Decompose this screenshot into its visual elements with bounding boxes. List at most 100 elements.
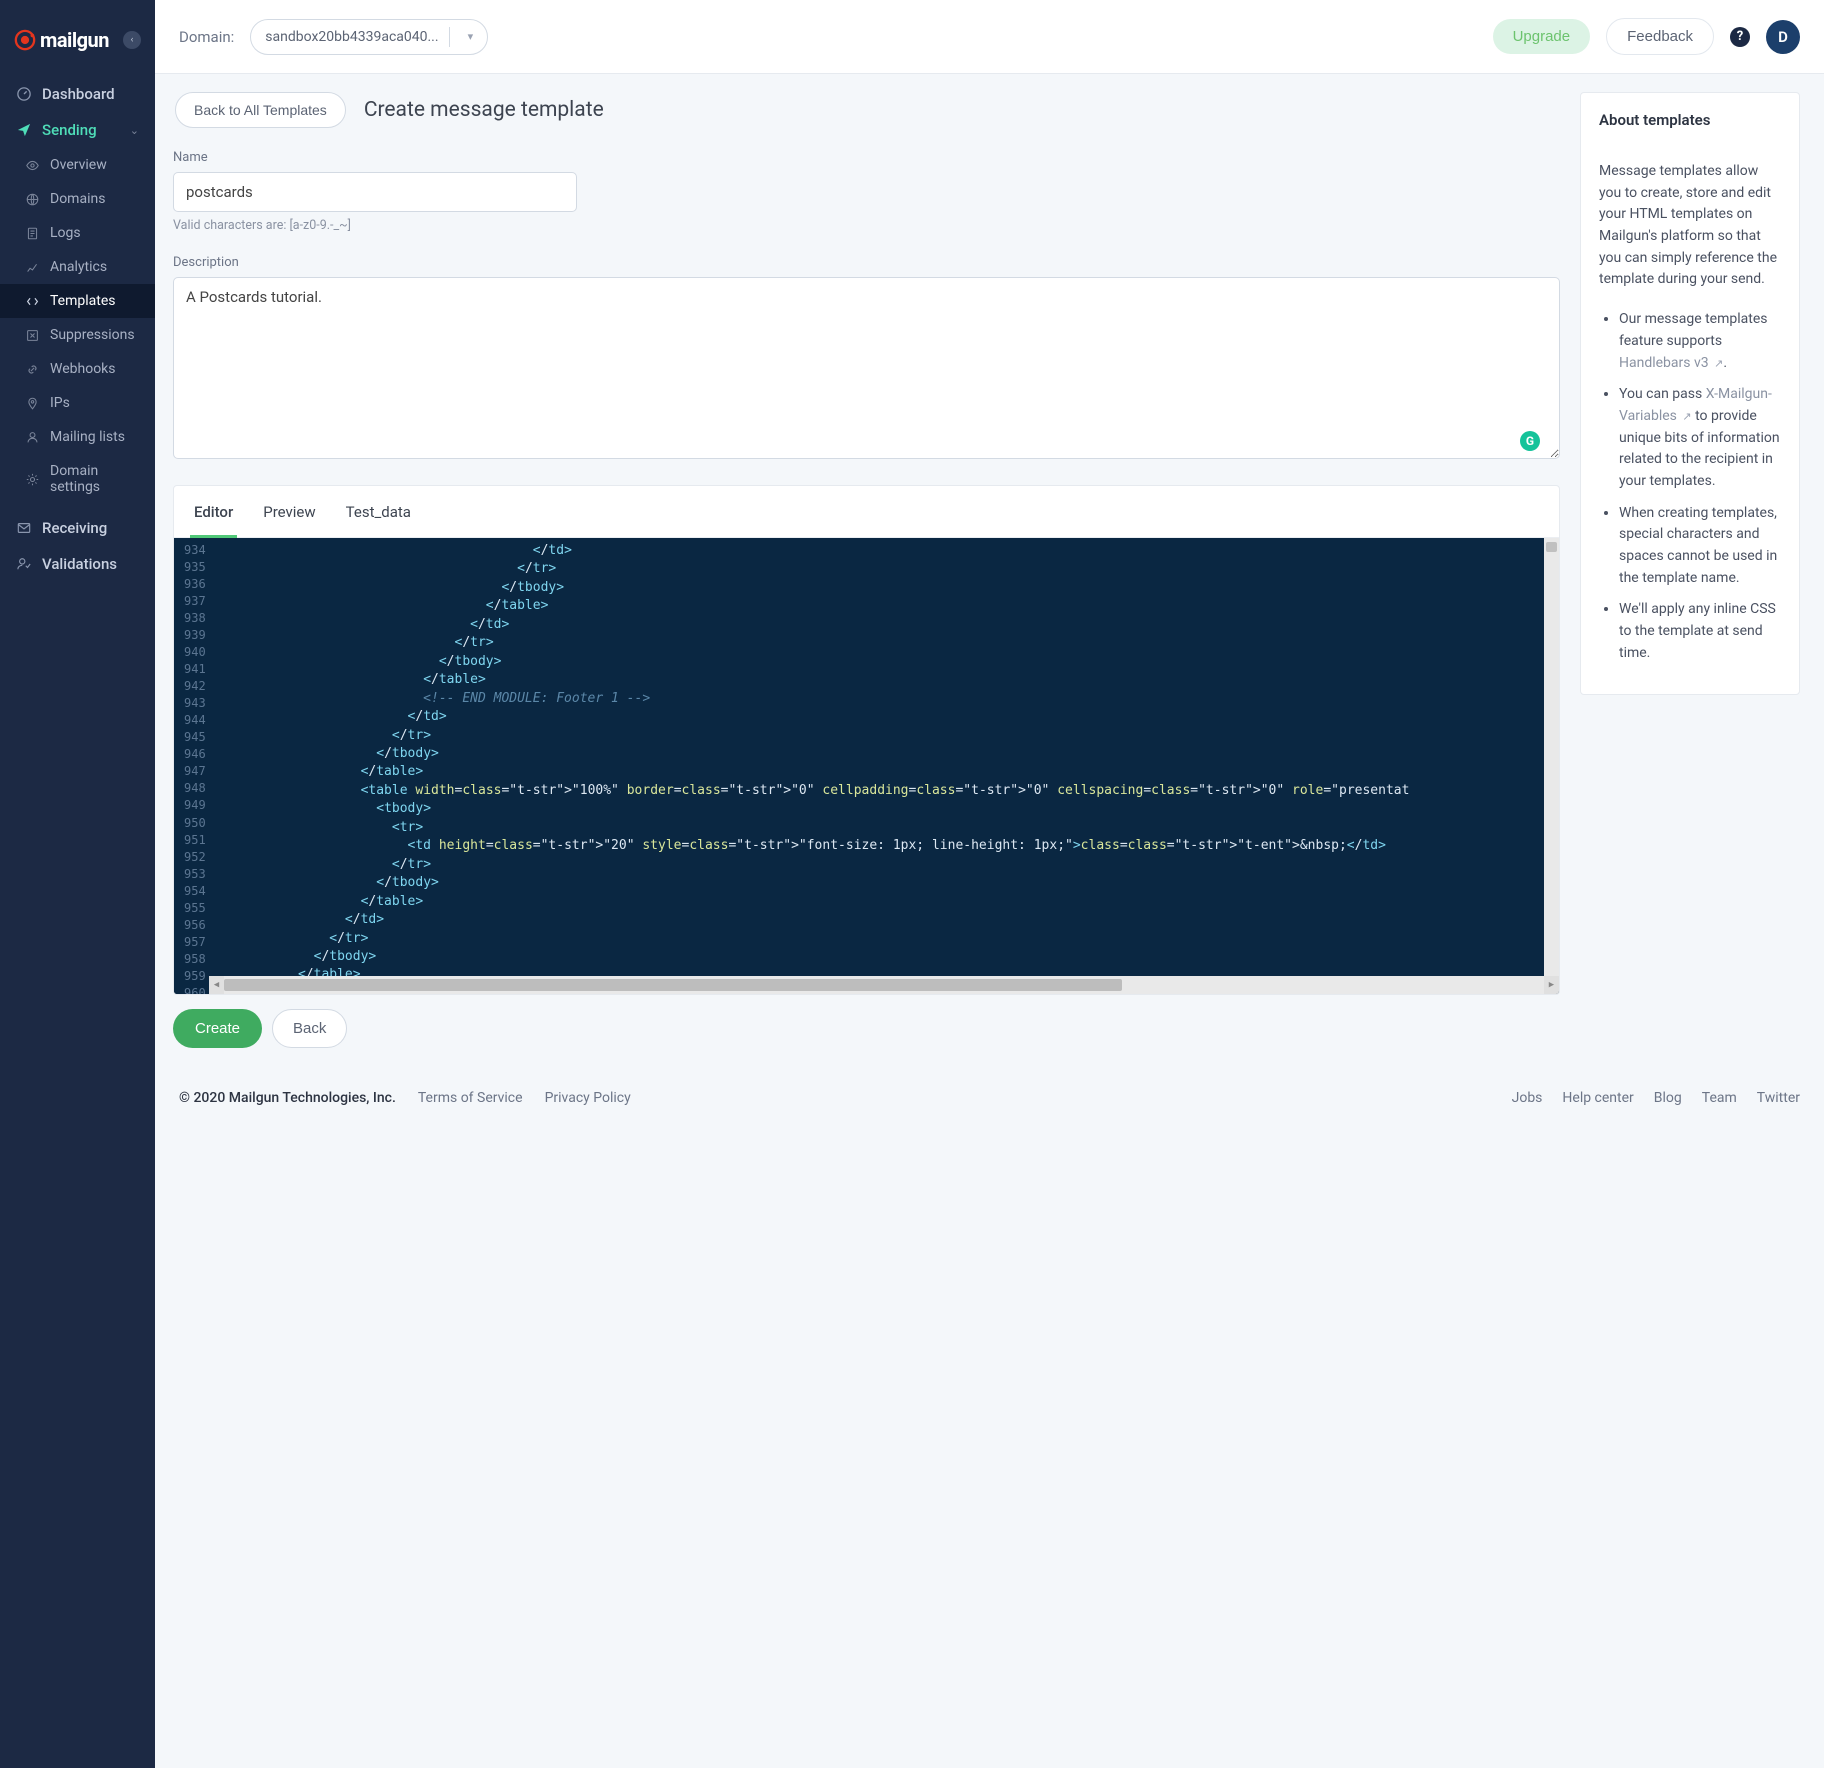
sidebar-item-validations[interactable]: Validations [0,546,155,582]
logo[interactable]: mailgun [14,28,109,52]
info-bullet: We'll apply any inline CSS to the templa… [1619,599,1781,664]
sidebar-label: Suppressions [50,327,135,343]
sidebar-label: Domain settings [50,463,139,495]
link-icon [24,361,40,377]
logo-text: mailgun [40,28,109,52]
back-button[interactable]: Back [272,1009,347,1048]
check-user-icon [16,556,32,572]
name-input[interactable] [173,172,577,212]
globe-icon [24,191,40,207]
info-paragraph: Message templates allow you to create, s… [1599,161,1781,291]
code-content[interactable]: </td> </tr> </tbody> </table> </td> [214,538,1559,994]
feedback-button[interactable]: Feedback [1606,18,1714,55]
sidebar-item-templates[interactable]: Templates [0,284,155,318]
info-bullet: You can pass X-Mailgun-Variables ↗ to pr… [1619,384,1781,492]
editor-card: Editor Preview Test_data 934935936937938… [173,485,1560,995]
domain-select-value: sandbox20bb4339aca040... [265,29,438,45]
sidebar-label: Logs [50,225,81,241]
sidebar-label: Receiving [42,519,107,537]
scroll-right-icon[interactable]: ▶ [1544,976,1559,994]
sidebar-label: Templates [50,293,116,309]
line-gutter: 9349359369379389399409419429439449459469… [174,538,214,994]
tab-test-data[interactable]: Test_data [346,503,411,523]
sidebar-label: Analytics [50,259,107,275]
mailgun-logo-icon [14,29,36,51]
sidebar-label: Overview [50,157,107,173]
sidebar-item-logs[interactable]: Logs [0,216,155,250]
footer-jobs-link[interactable]: Jobs [1512,1090,1543,1106]
eye-icon [24,157,40,173]
topbar: Domain: sandbox20bb4339aca040... ▾ Upgra… [155,0,1824,74]
footer-twitter-link[interactable]: Twitter [1757,1090,1800,1106]
sidebar-label: Mailing lists [50,429,125,445]
sidebar-label: Sending [42,121,97,139]
collapse-sidebar-button[interactable]: ‹ [123,31,141,49]
sidebar-item-dashboard[interactable]: Dashboard [0,76,155,112]
sidebar-item-overview[interactable]: Overview [0,148,155,182]
horizontal-scrollbar[interactable]: ◀ ▶ [224,976,1544,994]
footer-privacy-link[interactable]: Privacy Policy [545,1090,631,1106]
info-bullet: Our message templates feature supports H… [1619,309,1781,374]
footer-help-link[interactable]: Help center [1562,1090,1633,1106]
handlebars-link[interactable]: Handlebars v3 ↗ [1619,355,1723,371]
footer-blog-link[interactable]: Blog [1654,1090,1682,1106]
sidebar-item-domain-settings[interactable]: Domain settings [0,454,155,504]
domain-select[interactable]: sandbox20bb4339aca040... ▾ [250,19,488,55]
external-link-icon: ↗ [1714,357,1723,370]
sidebar-label: Webhooks [50,361,116,377]
avatar[interactable]: D [1766,20,1800,54]
chevron-down-icon: ⌄ [130,124,139,137]
footer: © 2020 Mailgun Technologies, Inc. Terms … [155,1076,1824,1128]
separator [449,27,450,47]
info-bullet: When creating templates, special charact… [1619,503,1781,590]
sidebar-label: Dashboard [42,85,115,103]
inbox-icon [16,520,32,536]
user-icon [24,429,40,445]
help-icon[interactable]: ? [1730,27,1750,47]
chevron-left-icon: ‹ [131,35,134,45]
chevron-down-icon: ▾ [460,30,482,43]
name-label: Name [173,150,1560,165]
info-heading: About templates [1599,111,1781,129]
sidebar-item-suppressions[interactable]: Suppressions [0,318,155,352]
sidebar-item-ips[interactable]: IPs [0,386,155,420]
upgrade-button[interactable]: Upgrade [1493,19,1591,54]
sidebar-label: Validations [42,555,117,573]
sidebar-item-domains[interactable]: Domains [0,182,155,216]
sidebar: mailgun ‹ Dashboard Sending ⌄ Overview D… [0,0,155,1768]
sidebar-item-sending[interactable]: Sending ⌄ [0,112,155,148]
x-square-icon [24,327,40,343]
vertical-scrollbar[interactable] [1544,538,1559,976]
sidebar-item-webhooks[interactable]: Webhooks [0,352,155,386]
code-editor[interactable]: 9349359369379389399409419429439449459469… [174,538,1559,994]
description-label: Description [173,255,1560,270]
scroll-left-icon[interactable]: ◀ [209,976,224,994]
about-templates-card: About templates Message templates allow … [1580,92,1800,695]
tab-editor[interactable]: Editor [194,503,233,523]
chart-icon [24,259,40,275]
sidebar-item-mailing-lists[interactable]: Mailing lists [0,420,155,454]
paper-plane-icon [16,122,32,138]
sidebar-item-receiving[interactable]: Receiving [0,510,155,546]
back-to-templates-button[interactable]: Back to All Templates [175,92,346,128]
external-link-icon: ↗ [1682,410,1691,423]
sidebar-label: Domains [50,191,105,207]
page-title: Create message template [364,98,604,122]
sidebar-item-analytics[interactable]: Analytics [0,250,155,284]
pin-icon [24,395,40,411]
copyright: © 2020 Mailgun Technologies, Inc. [179,1090,396,1106]
gear-icon [24,471,40,487]
gauge-icon [16,86,32,102]
code-icon [24,293,40,309]
name-hint: Valid characters are: [a-z0-9.-_~] [173,218,1560,233]
sidebar-label: IPs [50,395,70,411]
create-button[interactable]: Create [173,1009,262,1048]
editor-tabs: Editor Preview Test_data [174,486,1559,538]
grammarly-icon[interactable]: G [1520,431,1540,451]
file-icon [24,225,40,241]
description-textarea[interactable] [173,277,1560,459]
footer-tos-link[interactable]: Terms of Service [418,1090,523,1106]
domain-label: Domain: [179,28,234,46]
footer-team-link[interactable]: Team [1702,1090,1737,1106]
tab-preview[interactable]: Preview [263,503,315,523]
